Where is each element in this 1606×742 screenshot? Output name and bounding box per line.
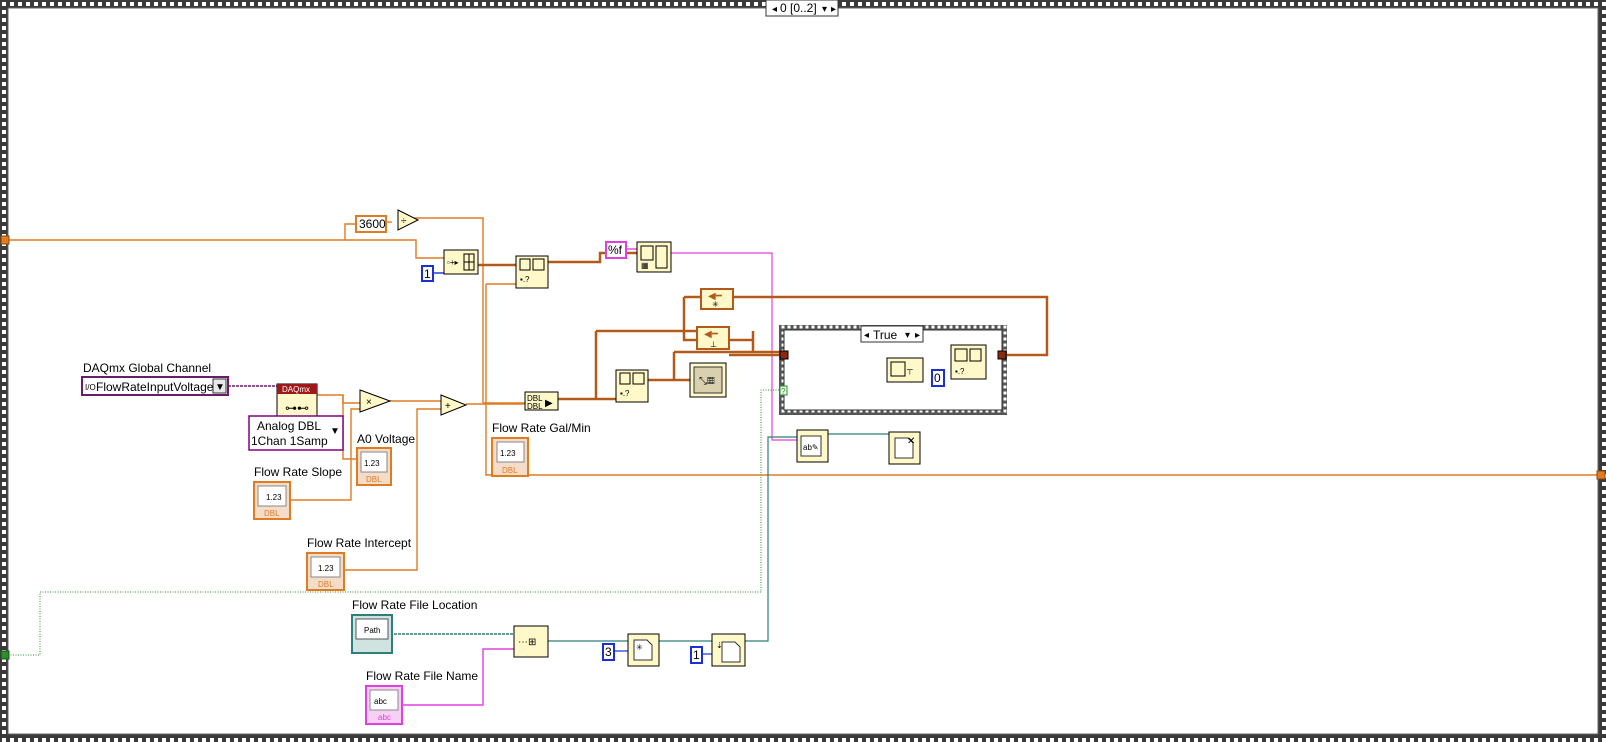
file-position-icon: ⇣ bbox=[716, 641, 723, 650]
frame-decrement-icon[interactable]: ◂ bbox=[772, 4, 777, 15]
flow-rate-file-location-label: Flow Rate File Location bbox=[352, 598, 477, 612]
daqmx-read-mode-selector[interactable]: Analog DBL 1Chan 1Samp ▼ bbox=[248, 415, 344, 451]
svg-text:Analog DBL: Analog DBL bbox=[257, 419, 321, 433]
svg-text:1.23: 1.23 bbox=[318, 564, 334, 573]
tunnel-left-error[interactable] bbox=[0, 650, 10, 660]
arrow-right-icon: ▶ bbox=[545, 398, 553, 409]
daqmx-channel-constant[interactable]: I/O FlowRateInputVoltage ▼ bbox=[81, 376, 229, 396]
case-tunnel-out[interactable] bbox=[997, 350, 1007, 360]
replace-array-node[interactable]: ▪.? bbox=[950, 344, 987, 380]
build-path-node[interactable]: ⋯⊞ bbox=[513, 625, 549, 658]
svg-text:DBL: DBL bbox=[502, 466, 518, 475]
svg-text:1.23: 1.23 bbox=[500, 449, 516, 458]
svg-text:3600: 3600 bbox=[359, 217, 386, 231]
close-file-node[interactable]: ✕ bbox=[888, 431, 921, 465]
svg-text:?: ? bbox=[781, 387, 786, 396]
svg-text:abc: abc bbox=[374, 697, 387, 706]
svg-text:1.23: 1.23 bbox=[266, 493, 282, 502]
add-icon: + bbox=[445, 401, 451, 412]
svg-text:Path: Path bbox=[364, 626, 380, 635]
feedback-node-top[interactable]: ◀━ ✳ bbox=[700, 288, 734, 310]
daqmx-read-node[interactable]: DAQmx ⊶⊷ bbox=[276, 383, 318, 421]
feedback-arrow-icon: ◀━ bbox=[704, 329, 719, 340]
build-array-icon: ▪.? bbox=[520, 275, 530, 284]
glasses-icon: ⊶⊷ bbox=[285, 401, 309, 415]
array-subset-node[interactable]: ┬ bbox=[886, 357, 924, 383]
svg-text:DBL: DBL bbox=[366, 475, 382, 484]
open-file-icon: ✳ bbox=[636, 643, 643, 652]
svg-text:1.23: 1.23 bbox=[364, 459, 380, 468]
constant-write-mode[interactable]: 1 bbox=[690, 646, 703, 664]
build-array-node-3[interactable]: DBL DBL ▶ bbox=[524, 391, 559, 411]
constant-3600[interactable]: 3600 bbox=[355, 215, 387, 233]
transpose-icon: ⤡▦ bbox=[699, 376, 715, 387]
format-string-constant[interactable]: %f bbox=[605, 241, 627, 259]
flow-rate-slope-label: Flow Rate Slope bbox=[254, 465, 342, 479]
tunnel-right-orange[interactable] bbox=[1596, 470, 1606, 480]
frame-increment-icon[interactable]: ▸ bbox=[831, 4, 836, 15]
flow-rate-slope-control[interactable]: 1.23 DBL bbox=[253, 481, 291, 520]
write-file-icon: ab✎ bbox=[803, 443, 819, 452]
feedback-node-middle[interactable]: ◀━ ⊥ bbox=[696, 326, 730, 350]
build-array-icon: ▪.? bbox=[620, 389, 630, 398]
open-file-node[interactable]: ✳ bbox=[627, 633, 660, 667]
subset-icon: ┬ bbox=[906, 365, 913, 375]
array-icon: ▫+▸ bbox=[447, 258, 459, 267]
multiply-icon: × bbox=[366, 397, 372, 408]
build-array-node-2[interactable]: ▪.? bbox=[615, 369, 649, 403]
case-selector-label: True bbox=[873, 328, 898, 342]
flow-rate-gal-min-indicator: 1.23 DBL bbox=[491, 437, 529, 477]
case-dropdown-icon[interactable]: ▾ bbox=[905, 330, 910, 341]
tunnel-left-orange[interactable] bbox=[0, 235, 10, 245]
svg-text:DBL: DBL bbox=[264, 509, 280, 518]
svg-text:I/O: I/O bbox=[85, 383, 96, 392]
frame-dropdown-icon[interactable]: ▾ bbox=[822, 4, 827, 15]
flow-rate-intercept-control[interactable]: 1.23 DBL bbox=[306, 552, 345, 591]
svg-text:1: 1 bbox=[693, 648, 700, 662]
svg-text:1Chan 1Samp: 1Chan 1Samp bbox=[251, 434, 328, 448]
constant-open-mode[interactable]: 3 bbox=[602, 643, 615, 661]
array-to-spreadsheet-node[interactable]: ▦ bbox=[636, 241, 672, 273]
frame-selector-label: 0 [0..2] bbox=[780, 1, 817, 15]
svg-text:DBL: DBL bbox=[318, 580, 334, 589]
constant-index-0[interactable]: 0 bbox=[931, 369, 945, 387]
case-next-icon[interactable]: ▸ bbox=[915, 330, 920, 341]
case-prev-icon[interactable]: ◂ bbox=[864, 330, 869, 341]
build-path-icon: ⋯⊞ bbox=[518, 637, 536, 648]
flow-rate-file-location-control[interactable]: Path bbox=[351, 614, 393, 654]
replace-icon: ▪.? bbox=[955, 367, 965, 376]
svg-text:3: 3 bbox=[605, 645, 612, 659]
svg-text:FlowRateInputVoltage: FlowRateInputVoltage bbox=[96, 380, 214, 394]
init-icon: ⊥ bbox=[710, 340, 717, 349]
set-file-position-node[interactable]: ⇣ bbox=[711, 633, 746, 667]
write-to-text-file-node[interactable]: ab✎ bbox=[796, 429, 829, 463]
case-tunnel-in[interactable] bbox=[779, 350, 789, 360]
flow-rate-intercept-label: Flow Rate Intercept bbox=[307, 536, 412, 550]
svg-text:abc: abc bbox=[378, 713, 391, 722]
a0-voltage-indicator: 1.23 DBL bbox=[356, 447, 392, 486]
daqmx-channel-label: DAQmx Global Channel bbox=[83, 361, 211, 375]
dropdown-icon[interactable]: ▼ bbox=[330, 426, 340, 437]
constant-index-1[interactable]: 1 bbox=[421, 265, 434, 282]
svg-text:DBL: DBL bbox=[527, 402, 543, 411]
svg-text:%f: %f bbox=[608, 243, 623, 257]
init-icon: ✳ bbox=[712, 300, 719, 309]
block-diagram: ◂ 0 [0..2] ▾ ▸ 3600 ÷ 1 ▫+▸ ▪.? %f ▦ ◀━ … bbox=[0, 0, 1606, 742]
divide-icon: ÷ bbox=[401, 216, 407, 227]
flow-rate-file-name-label: Flow Rate File Name bbox=[366, 669, 478, 683]
spreadsheet-icon: ▦ bbox=[641, 261, 649, 270]
close-icon: ✕ bbox=[907, 436, 915, 447]
a0-voltage-label: A0 Voltage bbox=[357, 432, 415, 446]
dropdown-icon[interactable]: ▼ bbox=[215, 382, 225, 393]
svg-text:0: 0 bbox=[934, 371, 941, 385]
build-array-node-1[interactable]: ▪.? bbox=[515, 255, 549, 289]
flow-rate-file-name-control[interactable]: abc abc bbox=[365, 685, 403, 725]
frame-selector[interactable]: ◂ 0 [0..2] ▾ ▸ bbox=[765, 0, 839, 17]
svg-text:1: 1 bbox=[424, 267, 431, 281]
flow-rate-gal-min-label: Flow Rate Gal/Min bbox=[492, 421, 591, 435]
transpose-array-node[interactable]: ⤡▦ bbox=[689, 362, 727, 398]
replace-array-subset-node[interactable]: ▫+▸ bbox=[443, 249, 479, 275]
svg-text:DAQmx: DAQmx bbox=[282, 385, 310, 394]
